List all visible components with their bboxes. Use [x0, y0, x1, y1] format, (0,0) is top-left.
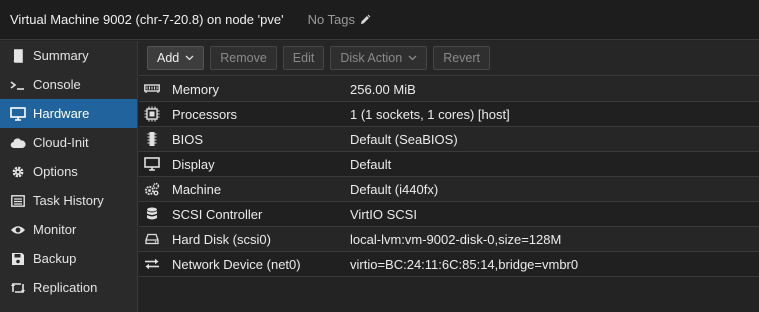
hardware-key: Machine: [172, 181, 222, 197]
table-row[interactable]: Machine Default (i440fx): [139, 177, 759, 202]
memory-icon: [144, 81, 160, 97]
hardware-value: Default: [350, 156, 392, 172]
hardware-key: Network Device (net0): [172, 256, 301, 272]
database-icon: [144, 206, 160, 222]
table-row[interactable]: Processors 1 (1 sockets, 1 cores) [host]: [139, 102, 759, 127]
sidebar-item-options[interactable]: Options: [0, 157, 137, 186]
tags-editor[interactable]: No Tags: [308, 12, 371, 27]
chevron-down-icon: [408, 55, 417, 61]
add-button[interactable]: Add: [147, 46, 205, 70]
cpu-icon: [144, 106, 160, 122]
terminal-icon: [10, 77, 26, 93]
sidebar-item-backup[interactable]: Backup: [0, 244, 137, 273]
sidebar-item-label: Task History: [33, 193, 104, 208]
desktop-icon: [144, 156, 160, 172]
add-button-label: Add: [157, 51, 180, 65]
sidebar-item-console[interactable]: Console: [0, 70, 137, 99]
sidebar-item-label: Backup: [33, 251, 77, 266]
hardware-key: Processors: [172, 106, 238, 122]
sidebar-item-label: Console: [33, 77, 81, 92]
hardware-key: BIOS: [172, 131, 204, 147]
hardware-key: SCSI Controller: [172, 206, 263, 222]
sidebar-item-monitor[interactable]: Monitor: [0, 215, 137, 244]
hardware-grid: Memory 256.00 MiB Processors 1 (1 socket…: [139, 77, 759, 277]
page-title: Virtual Machine 9002 (chr-7-20.8) on nod…: [10, 12, 284, 27]
chevron-down-icon: [185, 55, 194, 61]
sidebar-item-label: Hardware: [33, 106, 90, 121]
hardware-value: 256.00 MiB: [350, 81, 416, 97]
title-bar: Virtual Machine 9002 (chr-7-20.8) on nod…: [0, 0, 759, 40]
table-row[interactable]: Display Default: [139, 152, 759, 177]
sidebar: Summary Console Hardware Cloud-Init Opti…: [0, 41, 138, 312]
book-icon: [10, 48, 26, 64]
floppy-icon: [10, 251, 26, 267]
sidebar-item-label: Summary: [33, 48, 89, 63]
table-row[interactable]: SCSI Controller VirtIO SCSI: [139, 202, 759, 227]
exchange-icon: [144, 256, 160, 272]
retweet-icon: [10, 280, 26, 296]
disk-action-button[interactable]: Disk Action: [330, 46, 428, 70]
sidebar-item-hardware[interactable]: Hardware: [0, 99, 137, 128]
sidebar-item-label: Monitor: [33, 222, 77, 237]
hardware-value: VirtIO SCSI: [350, 206, 417, 222]
list-icon: [10, 193, 26, 209]
remove-button[interactable]: Remove: [210, 46, 277, 70]
sidebar-item-task-history[interactable]: Task History: [0, 186, 137, 215]
hardware-key: Display: [172, 156, 215, 172]
hardware-key: Memory: [172, 81, 219, 97]
sidebar-item-label: Replication: [33, 280, 98, 295]
cloud-icon: [10, 135, 26, 151]
sidebar-item-cloud-init[interactable]: Cloud-Init: [0, 128, 137, 157]
monitor-icon: [10, 106, 26, 122]
sidebar-item-label: Options: [33, 164, 78, 179]
table-row[interactable]: BIOS Default (SeaBIOS): [139, 127, 759, 152]
sidebar-item-label: Cloud-Init: [33, 135, 89, 150]
chip-icon: [144, 131, 160, 147]
tags-label: No Tags: [307, 12, 356, 27]
table-row[interactable]: Hard Disk (scsi0) local-lvm:vm-9002-disk…: [139, 227, 759, 252]
table-row[interactable]: Memory 256.00 MiB: [139, 77, 759, 102]
revert-button[interactable]: Revert: [433, 46, 491, 70]
hardware-value: Default (SeaBIOS): [350, 131, 458, 147]
hardware-value: local-lvm:vm-9002-disk-0,size=128M: [350, 231, 562, 247]
toolbar: Add Remove Edit Disk Action Revert: [139, 41, 759, 76]
sidebar-item-replication[interactable]: Replication: [0, 273, 137, 302]
hardware-value: Default (i440fx): [350, 181, 439, 197]
pencil-icon[interactable]: [355, 14, 371, 26]
hdd-icon: [144, 231, 160, 247]
hardware-value: virtio=BC:24:11:6C:85:14,bridge=vmbr0: [350, 256, 579, 272]
table-row[interactable]: Network Device (net0) virtio=BC:24:11:6C…: [139, 252, 759, 277]
cogs-icon: [144, 181, 160, 197]
edit-button[interactable]: Edit: [282, 46, 325, 70]
sidebar-item-summary[interactable]: Summary: [0, 41, 137, 70]
eye-icon: [10, 222, 26, 238]
gear-icon: [10, 164, 26, 180]
hardware-panel: Add Remove Edit Disk Action Revert Memor…: [139, 41, 759, 312]
hardware-key: Hard Disk (scsi0): [172, 231, 271, 247]
disk-action-label: Disk Action: [340, 51, 403, 65]
hardware-value: 1 (1 sockets, 1 cores) [host]: [350, 106, 510, 122]
